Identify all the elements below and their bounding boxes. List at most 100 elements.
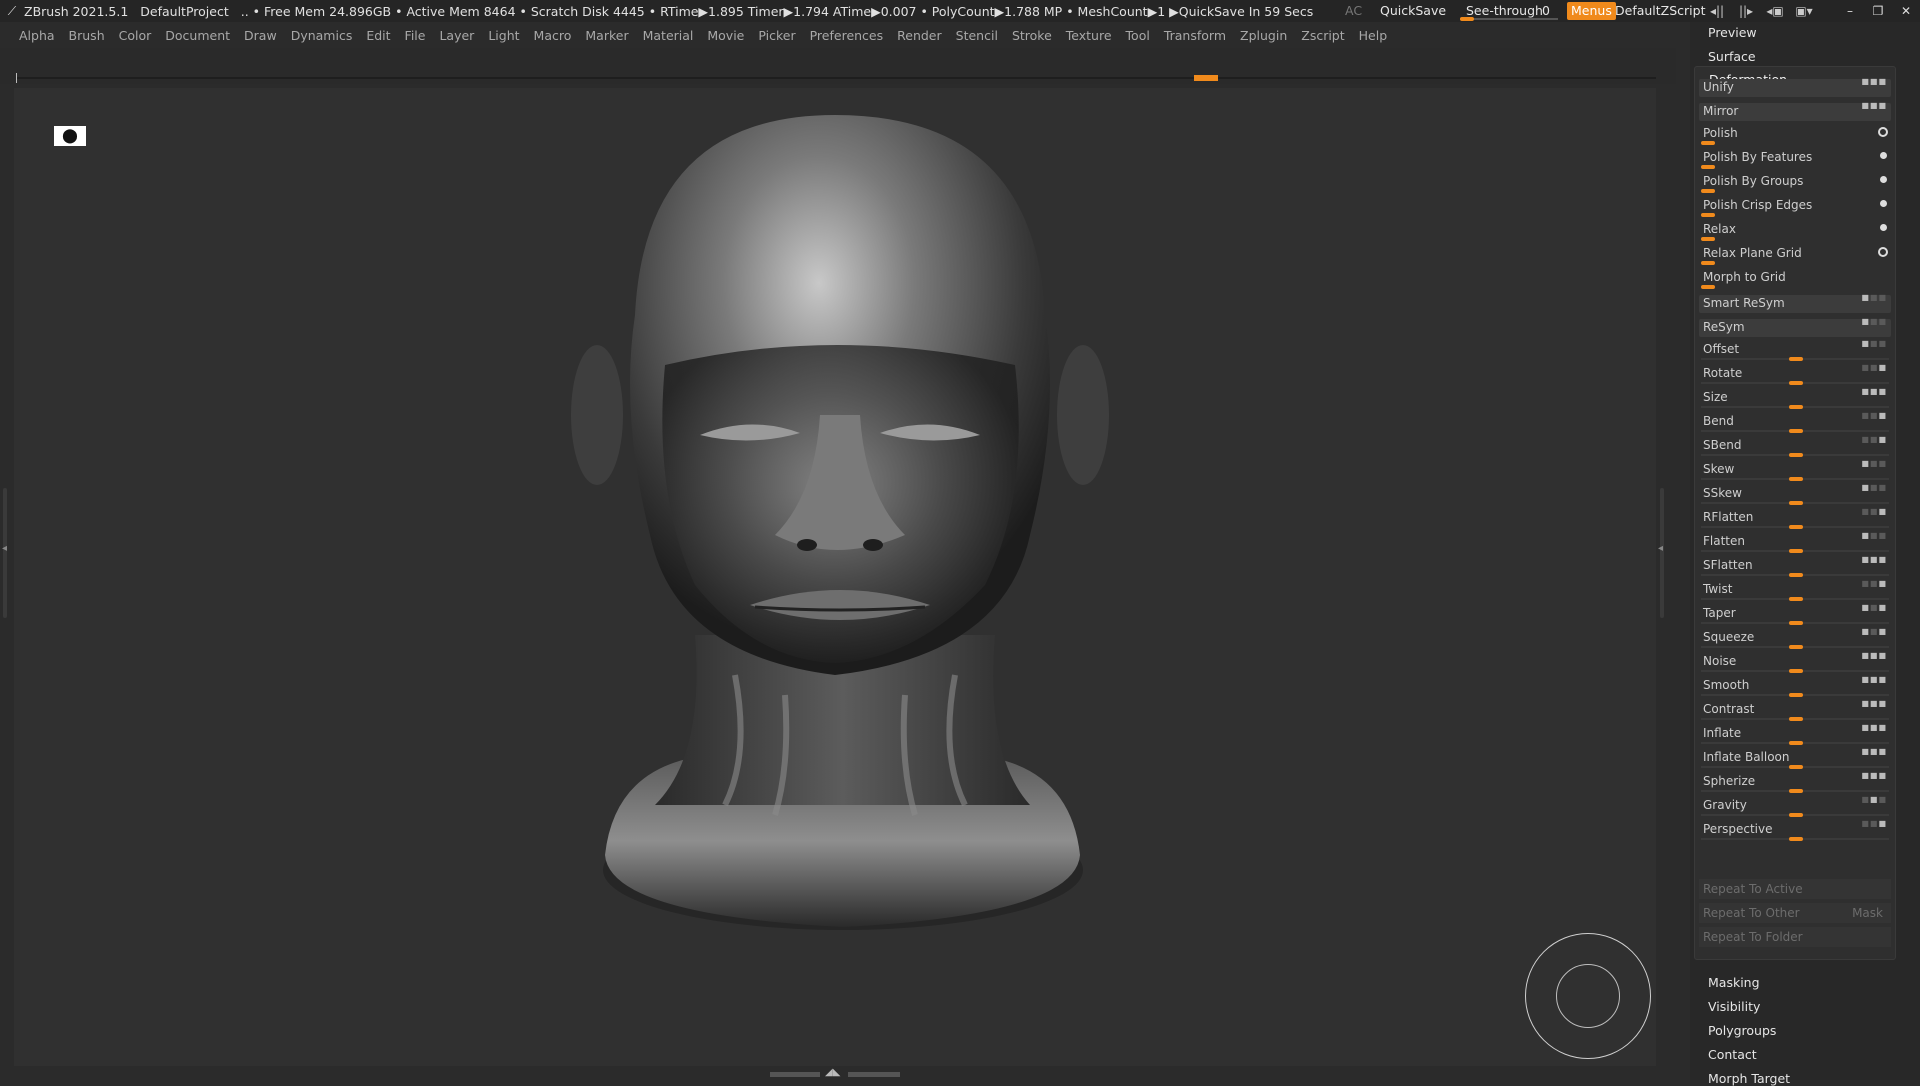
menu-stencil[interactable]: Stencil	[949, 26, 1005, 46]
axis-x-icon[interactable]: ■	[1861, 435, 1870, 444]
morph-to-grid-control[interactable]: Morph to Grid	[1699, 269, 1891, 289]
menu-material[interactable]: Material	[636, 26, 701, 46]
navigation-gizmo-icon[interactable]	[1525, 933, 1651, 1059]
inflate-control[interactable]: Inflate ■■■	[1699, 723, 1891, 745]
xyz-axis-toggles[interactable]: ■■■	[1861, 317, 1887, 326]
smooth-control[interactable]: Smooth ■■■	[1699, 675, 1891, 697]
slider-handle[interactable]	[1789, 813, 1803, 817]
axis-z-icon[interactable]: ■	[1878, 459, 1887, 468]
contact-subpalette[interactable]: Contact	[1708, 1047, 1757, 1062]
axis-z-icon[interactable]: ■	[1878, 723, 1887, 732]
slider-handle[interactable]	[1789, 549, 1803, 553]
noise-control[interactable]: Noise ■■■	[1699, 651, 1891, 673]
slider-handle[interactable]	[1701, 237, 1715, 241]
left-tray-handle[interactable]: ◂	[0, 488, 12, 618]
slider-handle[interactable]	[1789, 645, 1803, 649]
offset-control[interactable]: Offset ■■■	[1699, 339, 1891, 361]
slider-handle[interactable]	[1701, 213, 1715, 217]
sculpted-head-model[interactable]	[535, 115, 1135, 1015]
radio-dot-icon[interactable]	[1880, 224, 1887, 231]
xyz-axis-toggles[interactable]: ■■■	[1861, 483, 1887, 492]
polish-crisp-edges-control[interactable]: Polish Crisp Edges	[1699, 197, 1891, 217]
taper-control[interactable]: Taper ■■■	[1699, 603, 1891, 625]
inflate-balloon-control[interactable]: Inflate Balloon ■■■	[1699, 747, 1891, 769]
xyz-axis-toggles[interactable]: ■■■	[1861, 531, 1887, 540]
slider-handle[interactable]	[1789, 525, 1803, 529]
layout-right-icon[interactable]: ||▸	[1735, 2, 1757, 20]
restore-icon[interactable]: ❐	[1864, 0, 1892, 22]
gravity-control[interactable]: Gravity ■■■	[1699, 795, 1891, 817]
slider-handle[interactable]	[1789, 501, 1803, 505]
slider-handle[interactable]	[1701, 165, 1715, 169]
axis-x-icon[interactable]: ■	[1861, 459, 1870, 468]
slider-handle[interactable]	[1789, 573, 1803, 577]
repeat-to-folder-button[interactable]: Repeat To Folder	[1699, 927, 1891, 947]
axis-x-icon[interactable]: ■	[1861, 411, 1870, 420]
axis-x-icon[interactable]: ■	[1861, 387, 1870, 396]
slider-handle[interactable]	[1789, 621, 1803, 625]
axis-x-icon[interactable]: ■	[1861, 675, 1870, 684]
menu-color[interactable]: Color	[112, 26, 159, 46]
axis-z-icon[interactable]: ■	[1878, 483, 1887, 492]
right-tray-handle[interactable]: ◂	[1656, 488, 1668, 618]
menu-stroke[interactable]: Stroke	[1005, 26, 1059, 46]
axis-x-icon[interactable]: ■	[1861, 579, 1870, 588]
axis-x-icon[interactable]: ■	[1861, 555, 1870, 564]
xyz-axis-toggles[interactable]: ■■■	[1861, 627, 1887, 636]
xyz-axis-toggles[interactable]: ■■■	[1861, 603, 1887, 612]
radio-dot-icon[interactable]	[1880, 176, 1887, 183]
xyz-axis-toggles[interactable]: ■■■	[1861, 387, 1887, 396]
slider-handle[interactable]	[1789, 717, 1803, 721]
mask-toggle[interactable]: Mask	[1852, 906, 1883, 920]
menu-zscript[interactable]: Zscript	[1294, 26, 1351, 46]
menu-document[interactable]: Document	[158, 26, 237, 46]
slider-handle[interactable]	[1701, 285, 1715, 289]
xyz-axis-toggles[interactable]: ■■■	[1861, 651, 1887, 660]
slider-handle[interactable]	[1789, 357, 1803, 361]
axis-z-icon[interactable]: ■	[1878, 435, 1887, 444]
quicksave-button[interactable]: QuickSave	[1380, 3, 1446, 18]
xyz-axis-toggles[interactable]: ■■■	[1861, 579, 1887, 588]
axis-x-icon[interactable]: ■	[1861, 771, 1870, 780]
axis-z-icon[interactable]: ■	[1878, 747, 1887, 756]
menu-edit[interactable]: Edit	[359, 26, 397, 46]
rflatten-control[interactable]: RFlatten ■■■	[1699, 507, 1891, 529]
ac-toggle[interactable]: AC	[1345, 3, 1362, 18]
axis-z-icon[interactable]: ■	[1878, 651, 1887, 660]
contrast-control[interactable]: Contrast ■■■	[1699, 699, 1891, 721]
sflatten-control[interactable]: SFlatten ■■■	[1699, 555, 1891, 577]
radio-ring-icon[interactable]	[1878, 127, 1888, 137]
axis-z-icon[interactable]: ■	[1878, 603, 1887, 612]
menu-render[interactable]: Render	[890, 26, 949, 46]
slider-handle[interactable]	[1789, 837, 1803, 841]
menu-layer[interactable]: Layer	[432, 26, 481, 46]
flatten-control[interactable]: Flatten ■■■	[1699, 531, 1891, 553]
menu-picker[interactable]: Picker	[751, 26, 802, 46]
repeat-to-other-button[interactable]: Repeat To Other Mask	[1699, 903, 1891, 923]
slider-handle[interactable]	[1789, 789, 1803, 793]
axis-x-icon[interactable]: ■	[1861, 339, 1870, 348]
axis-x-icon[interactable]: ■	[1861, 363, 1870, 372]
xyz-axis-toggles[interactable]: ■■■	[1861, 339, 1887, 348]
close-icon[interactable]: ✕	[1892, 0, 1920, 22]
floating-window-icon[interactable]: ▣▾	[1793, 2, 1815, 20]
xyz-axis-toggles[interactable]: ■■■	[1861, 723, 1887, 732]
repeat-to-active-button[interactable]: Repeat To Active	[1699, 879, 1891, 899]
slider-handle[interactable]	[1789, 405, 1803, 409]
slider-handle[interactable]	[1701, 141, 1715, 145]
axis-x-icon[interactable]: ■	[1861, 795, 1870, 804]
axis-z-icon[interactable]: ■	[1878, 555, 1887, 564]
bottom-tray-handle[interactable]: ◢◣	[770, 1067, 900, 1080]
sskew-control[interactable]: SSkew ■■■	[1699, 483, 1891, 505]
radio-dot-icon[interactable]	[1880, 152, 1887, 159]
menu-texture[interactable]: Texture	[1059, 26, 1119, 46]
axis-z-icon[interactable]: ■	[1878, 627, 1887, 636]
camera-icon[interactable]: ⬤	[54, 126, 86, 146]
xyz-axis-toggles[interactable]: ■■■	[1861, 747, 1887, 756]
preview-subpalette[interactable]: Preview	[1708, 25, 1757, 40]
unify-control[interactable]: Unify ■■■	[1699, 77, 1891, 97]
axis-z-icon[interactable]: ■	[1878, 363, 1887, 372]
masking-subpalette[interactable]: Masking	[1708, 975, 1760, 990]
menu-preferences[interactable]: Preferences	[803, 26, 891, 46]
polish-control[interactable]: Polish	[1699, 125, 1891, 145]
